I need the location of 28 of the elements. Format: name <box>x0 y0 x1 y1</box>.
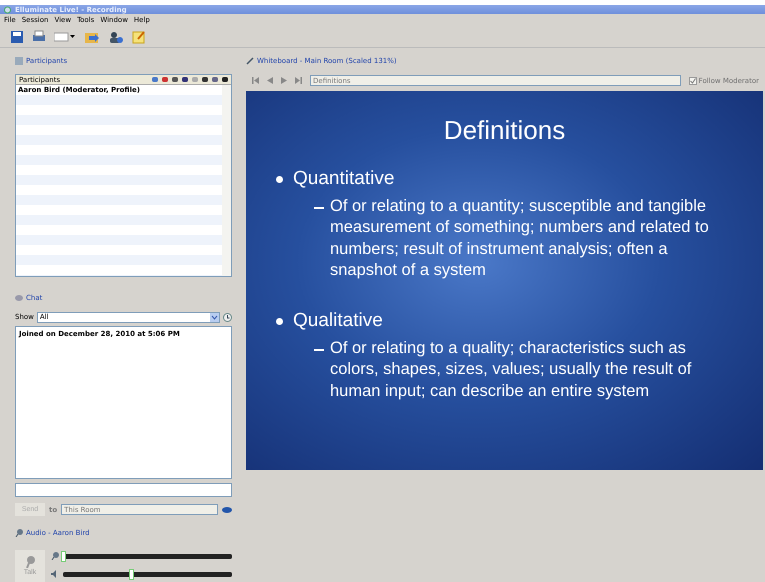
dash-icon <box>314 348 324 351</box>
window-dropdown-icon[interactable] <box>54 32 76 42</box>
message-input[interactable] <box>15 483 232 497</box>
previous-page-button[interactable] <box>267 77 273 84</box>
bullet-icon <box>276 176 283 183</box>
app-icon <box>4 6 11 14</box>
checkbox[interactable] <box>688 76 697 84</box>
chevron-down-icon <box>210 312 219 322</box>
bullet-text: Of or relating to a quality; characteristics such as colors, shapes, sizes, values; usually the result of human input; can describe an entire system <box>330 338 692 402</box>
bullet-text: Of or relating to a quantity; susceptible and tangible measurement of something; numbers and related to numbers; result of instrument analysis; often a snapshot of a system <box>330 196 710 282</box>
notepad-icon[interactable] <box>132 30 146 44</box>
pen-icon <box>246 57 254 65</box>
clock-icon[interactable] <box>223 312 232 322</box>
next-page-button[interactable] <box>281 77 287 84</box>
bullet-icon <box>276 318 283 325</box>
save-icon[interactable] <box>10 30 24 44</box>
bullet-heading: Qualitative <box>293 310 383 332</box>
scrollbar[interactable] <box>222 85 231 276</box>
microphone-icon <box>15 529 23 537</box>
bullet-heading: Quantitative <box>293 168 394 190</box>
last-page-button[interactable] <box>295 77 302 84</box>
speaker-icon <box>51 570 59 578</box>
microphone-icon <box>24 556 36 568</box>
slide-title: Definitions <box>442 115 566 146</box>
microphone-icon <box>51 552 59 560</box>
dash-icon <box>314 207 324 209</box>
printer-icon[interactable] <box>32 30 46 44</box>
first-page-button[interactable] <box>252 77 259 84</box>
